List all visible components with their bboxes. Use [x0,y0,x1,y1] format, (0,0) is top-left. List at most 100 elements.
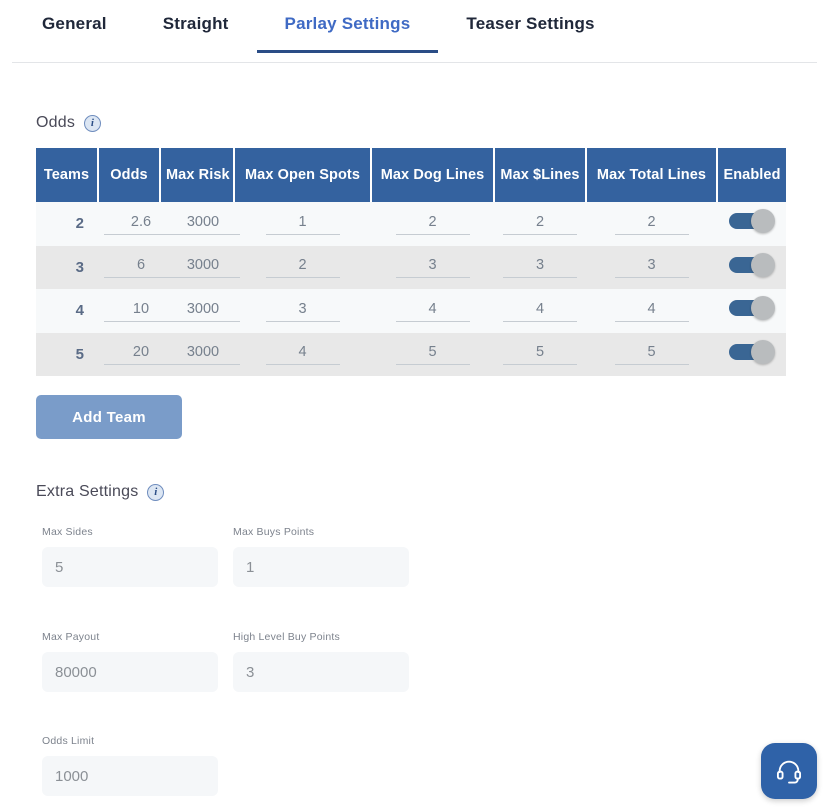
odds-table-container: Teams Odds Max Risk Max Open Spots Max D… [36,148,786,376]
max-dog-lines-input[interactable] [396,343,470,365]
odds-table: Teams Odds Max Risk Max Open Spots Max D… [36,148,786,376]
tab-parlay-settings[interactable]: Parlay Settings [257,14,439,52]
col-odds: Odds [98,148,160,202]
max-open-spots-input[interactable] [266,256,340,278]
toggle-knob [751,296,775,320]
cell-max-dollar-lines [494,202,586,246]
settings-tab-bar: General Straight Parlay Settings Teaser … [0,0,829,63]
cell-max-dog-lines [371,246,494,290]
headset-icon [775,757,803,785]
cell-max-open-spots [234,246,371,290]
max-risk-input[interactable] [166,300,240,322]
max-dollar-lines-input[interactable] [503,300,577,322]
cell-teams: 4 [36,289,98,333]
max-risk-input[interactable] [166,213,240,235]
max-total-lines-input[interactable] [615,213,689,235]
col-enabled: Enabled [717,148,786,202]
max-total-lines-input[interactable] [615,343,689,365]
cell-odds [98,202,160,246]
enabled-toggle[interactable] [729,300,775,316]
max-risk-input[interactable] [166,343,240,365]
enabled-toggle[interactable] [729,213,775,229]
high-level-buy-points-label: High Level Buy Points [233,631,409,643]
cell-max-total-lines [586,202,717,246]
cell-max-dog-lines [371,333,494,377]
toggle-knob [751,209,775,233]
max-open-spots-input[interactable] [266,300,340,322]
max-sides-input[interactable] [42,547,218,587]
cell-teams: 5 [36,333,98,377]
cell-max-dollar-lines [494,246,586,290]
tab-general[interactable]: General [14,14,135,52]
cell-max-dog-lines [371,289,494,333]
cell-max-risk [160,289,234,333]
max-buys-points-label: Max Buys Points [233,526,409,538]
cell-teams: 2 [36,202,98,246]
max-risk-input[interactable] [166,256,240,278]
cell-max-dollar-lines [494,289,586,333]
toggle-knob [751,340,775,364]
max-dog-lines-input[interactable] [396,256,470,278]
enabled-toggle[interactable] [729,344,775,360]
cell-max-total-lines [586,333,717,377]
cell-enabled [717,246,786,290]
support-chat-button[interactable] [761,743,817,799]
max-buys-points-input[interactable] [233,547,409,587]
cell-max-open-spots [234,202,371,246]
col-max-dog-lines: Max Dog Lines [371,148,494,202]
tab-teaser-settings[interactable]: Teaser Settings [438,14,622,52]
cell-odds [98,246,160,290]
max-dollar-lines-input[interactable] [503,213,577,235]
col-max-dollar-lines: Max $Lines [494,148,586,202]
toggle-knob [751,253,775,277]
cell-enabled [717,289,786,333]
cell-max-dollar-lines [494,333,586,377]
cell-max-open-spots [234,289,371,333]
extra-settings-title: Extra Settings [36,483,138,501]
max-total-lines-input[interactable] [615,256,689,278]
col-max-open-spots: Max Open Spots [234,148,371,202]
max-dog-lines-input[interactable] [396,213,470,235]
info-icon[interactable]: i [84,115,101,132]
cell-odds [98,289,160,333]
table-row: 4 [36,289,786,333]
odds-limit-input[interactable] [42,756,218,796]
cell-max-risk [160,202,234,246]
cell-max-open-spots [234,333,371,377]
max-dollar-lines-input[interactable] [503,256,577,278]
field-max-sides: Max Sides [42,526,218,587]
cell-max-total-lines [586,246,717,290]
cell-teams: 3 [36,246,98,290]
table-row: 2 [36,202,786,246]
max-payout-input[interactable] [42,652,218,692]
odds-section-heading: Odds i [36,114,101,132]
cell-enabled [717,202,786,246]
cell-max-dog-lines [371,202,494,246]
max-open-spots-input[interactable] [266,343,340,365]
cell-max-risk [160,333,234,377]
max-dollar-lines-input[interactable] [503,343,577,365]
field-max-buys-points: Max Buys Points [233,526,409,587]
field-high-level-buy-points: High Level Buy Points [233,631,409,692]
col-teams: Teams [36,148,98,202]
cell-max-risk [160,246,234,290]
cell-max-total-lines [586,289,717,333]
table-row: 5 [36,333,786,377]
max-sides-label: Max Sides [42,526,218,538]
cell-enabled [717,333,786,377]
high-level-buy-points-input[interactable] [233,652,409,692]
max-payout-label: Max Payout [42,631,218,643]
odds-limit-label: Odds Limit [42,735,218,747]
max-dog-lines-input[interactable] [396,300,470,322]
add-team-button[interactable]: Add Team [36,395,182,439]
enabled-toggle[interactable] [729,257,775,273]
tab-straight[interactable]: Straight [135,14,257,52]
max-total-lines-input[interactable] [615,300,689,322]
odds-table-header: Teams Odds Max Risk Max Open Spots Max D… [36,148,786,202]
odds-section-title: Odds [36,114,75,132]
cell-odds [98,333,160,377]
max-open-spots-input[interactable] [266,213,340,235]
table-row: 3 [36,246,786,290]
field-odds-limit: Odds Limit [42,735,218,796]
info-icon[interactable]: i [147,484,164,501]
